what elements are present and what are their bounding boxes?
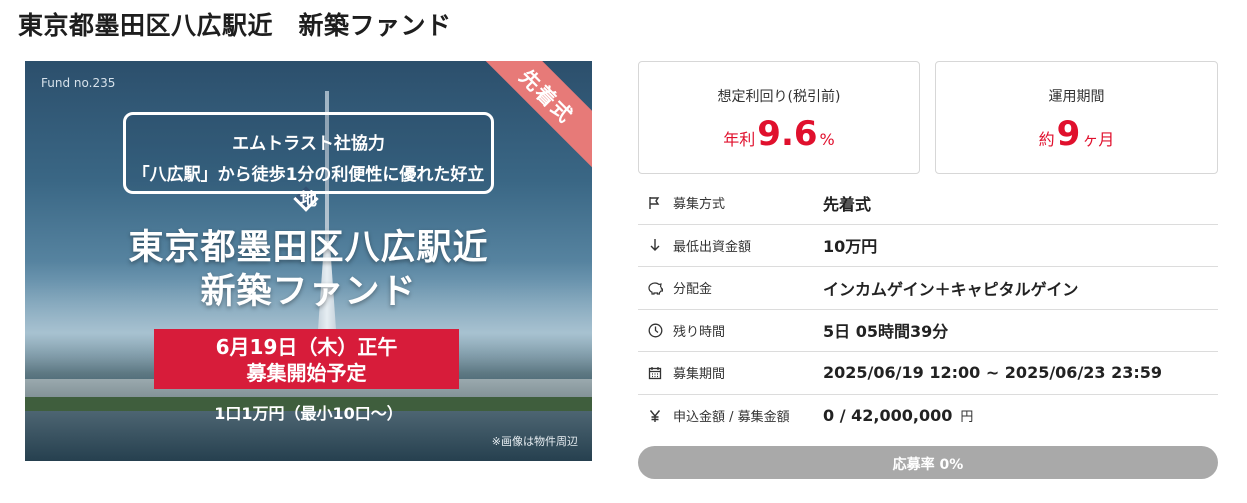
page-title: 東京都墨田区八広駅近 新築ファンド — [18, 11, 452, 40]
yield-number: 9.6 — [757, 114, 818, 154]
banner-line-1: 6月19日（木）正午 — [215, 335, 398, 359]
piggy-bank-icon — [645, 281, 665, 295]
detail-value: 5日 05時間39分 — [823, 322, 949, 342]
detail-label: 募集方式 — [673, 197, 726, 213]
callout-line-2: 「八広駅」から徒歩1分の利便性に優れた好立地 — [132, 165, 485, 210]
detail-row-distribution: 分配金 インカムゲイン＋キャピタルゲイン — [638, 267, 1218, 310]
application-rate-label: 応募率 0% — [892, 457, 964, 473]
period-value: 約9 ヶ月 — [936, 114, 1217, 154]
period-label: 運用期間 — [1048, 89, 1105, 105]
start-date-banner: 6月19日（木）正午 募集開始予定 — [154, 329, 459, 389]
unit-text: 1口1万円（最小10口〜） — [214, 404, 403, 423]
detail-unit: 円 — [960, 410, 974, 426]
calendar-icon — [645, 366, 665, 380]
detail-label: 申込金額 / 募集金額 — [673, 410, 790, 426]
callout-line-1: エムトラスト社協力 — [232, 134, 385, 154]
detail-row-method: 募集方式 先着式 — [638, 182, 1218, 225]
yield-label: 想定利回り(税引前) — [717, 89, 841, 105]
detail-value: 2025/06/19 12:00 ~ 2025/06/23 23:59 — [823, 363, 1163, 383]
hero-title-line-1: 東京都墨田区八広駅近 — [128, 228, 489, 268]
period-number: 9 — [1056, 114, 1081, 154]
period-card: 運用期間 約9 ヶ月 — [935, 61, 1218, 174]
detail-row-remaining: 残り時間 5日 05時間39分 — [638, 310, 1218, 352]
detail-label: 募集期間 — [673, 367, 726, 383]
yield-value: 年利9.6% — [639, 114, 919, 154]
arrow-down-icon — [645, 238, 665, 252]
detail-value: 0 / 42,000,000 — [823, 406, 953, 426]
detail-value: 先着式 — [823, 194, 872, 214]
banner-line-2: 募集開始予定 — [246, 361, 367, 385]
detail-value: インカムゲイン＋キャピタルゲイン — [823, 279, 1079, 299]
fund-hero-image[interactable]: Fund no.235 先着式 エムトラスト社協力 「八広駅」から徒歩1分の利便… — [25, 61, 592, 461]
detail-row-period: 募集期間 2025/06/19 12:00 ~ 2025/06/23 23:59 — [638, 352, 1218, 395]
period-suffix: ヶ月 — [1082, 130, 1115, 149]
yield-prefix: 年利 — [723, 130, 756, 149]
flag-icon — [645, 196, 665, 210]
fund-details-table: 募集方式 先着式 最低出資金額 10万円 分配金 インカムゲイン＋キャピタルゲイ… — [638, 182, 1218, 437]
application-rate-bar: 応募率 0% — [638, 446, 1218, 479]
detail-label: 最低出資金額 — [673, 239, 752, 255]
hero-title: 東京都墨田区八広駅近 新築ファンド — [25, 226, 592, 314]
fund-number: Fund no.235 — [41, 76, 116, 90]
clock-icon — [645, 323, 665, 338]
detail-row-amount: 申込金額 / 募集金額 0 / 42,000,000 円 — [638, 395, 1218, 438]
yield-suffix: % — [819, 130, 835, 149]
hero-title-line-2: 新築ファンド — [200, 272, 417, 312]
period-prefix: 約 — [1038, 130, 1055, 149]
image-note: ※画像は物件周辺 — [491, 435, 578, 448]
detail-value: 10万円 — [823, 237, 878, 257]
yield-card: 想定利回り(税引前) 年利9.6% — [638, 61, 920, 174]
callout-box: エムトラスト社協力 「八広駅」から徒歩1分の利便性に優れた好立地 — [123, 112, 494, 210]
detail-label: 残り時間 — [673, 324, 726, 340]
detail-label: 分配金 — [673, 282, 713, 298]
yen-icon — [645, 409, 665, 423]
detail-row-minimum: 最低出資金額 10万円 — [638, 225, 1218, 267]
